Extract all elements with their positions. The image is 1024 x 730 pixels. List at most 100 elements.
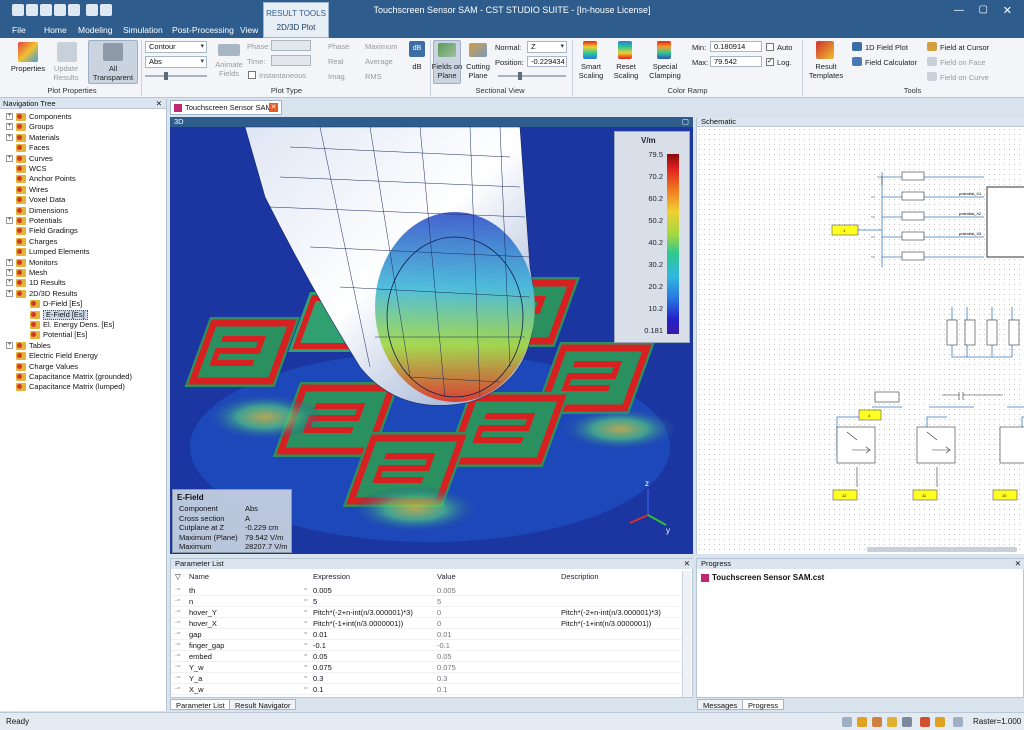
view-icon[interactable]	[935, 717, 945, 727]
result-tools-tab[interactable]: RESULT TOOLS 2D/3D Plot	[263, 2, 329, 38]
table-row[interactable]: -= embed = 0.05 0.05	[171, 651, 683, 662]
nav-close-icon[interactable]: ✕	[156, 99, 162, 109]
rotate-icon[interactable]	[872, 717, 882, 727]
table-row[interactable]: -= X_w = 0.1 0.1	[171, 684, 683, 695]
field-curve-button[interactable]: Field on Curve	[940, 73, 989, 82]
table-row[interactable]: -= th = 0.005 0.005	[171, 585, 683, 596]
tab-parameter-list[interactable]: Parameter List	[170, 699, 231, 710]
progress-title: Progress	[701, 559, 732, 568]
max-input[interactable]: 79.542	[710, 56, 762, 67]
col-value[interactable]: Value	[437, 571, 456, 583]
group-plot-properties: Plot Properties	[47, 86, 97, 95]
plot-slider[interactable]	[145, 72, 207, 80]
menu-file[interactable]: File	[12, 25, 26, 35]
info-key: Maximum (Plane)	[179, 532, 238, 542]
properties-icon[interactable]	[18, 42, 38, 62]
menu-home[interactable]: Home	[44, 25, 67, 35]
fields-on-plane-label: Fields on Plane	[431, 62, 463, 80]
menu-modeling[interactable]: Modeling	[78, 25, 113, 35]
fit-icon[interactable]	[902, 717, 912, 727]
close-icon[interactable]: ✕	[1003, 4, 1012, 17]
table-row[interactable]: -= n = 5 5	[171, 596, 683, 607]
time-input[interactable]	[271, 55, 311, 66]
normal-select[interactable]: Z	[527, 41, 567, 53]
tab-2d3d-plot[interactable]: 2D/3D Plot	[264, 23, 328, 32]
expand-icon[interactable]: +	[6, 154, 13, 162]
expand-icon[interactable]: +	[6, 258, 13, 266]
table-row[interactable]: -= gap = 0.01 0.01	[171, 629, 683, 640]
reset-scaling-button[interactable]: Reset Scaling	[610, 62, 642, 80]
maximum-option[interactable]: Maximum	[365, 42, 398, 51]
perspective-icon[interactable]	[953, 717, 963, 727]
view-3d[interactable]: 3D ▢ z y V/m 79.5 70.2 60.2 50.2 40.2 30…	[170, 117, 693, 554]
expand-icon[interactable]: +	[6, 289, 13, 297]
field-calculator-button[interactable]: Field Calculator	[865, 58, 917, 67]
expand-icon[interactable]: +	[6, 279, 13, 287]
pan-icon[interactable]	[857, 717, 867, 727]
maximize-icon[interactable]: ▢	[979, 4, 988, 15]
min-input[interactable]: 0.180914	[710, 41, 762, 52]
params-scrollbar[interactable]	[682, 571, 691, 697]
result-templates-button[interactable]: Result Templates	[805, 62, 847, 80]
document-tab[interactable]: Touchscreen Sensor SAM ✕	[170, 100, 282, 115]
spin-icon[interactable]	[887, 717, 897, 727]
animate-fields-button[interactable]: Animate Fields	[210, 60, 248, 78]
table-row[interactable]: -= Y_w = 0.075 0.075	[171, 662, 683, 673]
schematic-scrollbar[interactable]	[867, 547, 1017, 552]
position-input[interactable]: -0.229434	[527, 56, 567, 67]
rms-option[interactable]: RMS	[365, 72, 382, 81]
col-description[interactable]: Description	[561, 571, 599, 583]
phase-option[interactable]: Phase	[328, 42, 349, 51]
phase-input[interactable]	[271, 40, 311, 51]
col-name[interactable]: Name	[189, 571, 209, 583]
tab-progress[interactable]: Progress	[742, 699, 785, 710]
properties-button[interactable]: Properties	[6, 64, 50, 73]
menu-post-processing[interactable]: Post-Processing	[172, 25, 234, 35]
special-clamping-button[interactable]: Special Clamping	[645, 62, 685, 80]
update-results-button[interactable]: Update Results	[50, 64, 82, 82]
progress-close-icon[interactable]: ✕	[1015, 559, 1021, 569]
position-slider[interactable]	[498, 72, 566, 80]
menu-simulation[interactable]: Simulation	[123, 25, 163, 35]
schematic-view[interactable]: Schematic 1 4 12 11 10 potential_X1 pote…	[696, 117, 1024, 554]
zoom-icon[interactable]	[842, 717, 852, 727]
params-close-icon[interactable]: ✕	[684, 559, 690, 569]
tab-messages[interactable]: Messages	[697, 699, 744, 710]
instantaneous-checkbox[interactable]	[248, 71, 256, 79]
real-option[interactable]: Real	[328, 57, 343, 66]
table-row[interactable]: -= finger_gap = -0.1 -0.1	[171, 640, 683, 651]
menu-view[interactable]: View	[240, 25, 258, 35]
field-face-button[interactable]: Field on Face	[940, 58, 985, 67]
auto-checkbox[interactable]	[766, 43, 774, 51]
expand-icon[interactable]: +	[6, 269, 13, 276]
table-row[interactable]: -= hover_Y = Pitch*(-2+n-int(n/3.000001)*3)…	[171, 607, 683, 618]
minimize-icon[interactable]: —	[954, 5, 964, 16]
component-select[interactable]: Abs	[145, 56, 207, 68]
log-checkbox[interactable]: ✓	[766, 58, 774, 66]
expand-icon[interactable]: +	[6, 217, 13, 224]
info-key: Maximum	[179, 542, 212, 551]
color-legend: V/m 79.5 70.2 60.2 50.2 40.2 30.2 20.2 10.2 0.18…	[614, 131, 690, 343]
col-expression[interactable]: Expression	[313, 571, 350, 583]
plot-type-select[interactable]: Contour	[145, 41, 207, 53]
folder-icon	[30, 310, 40, 319]
port-12[interactable]: 12	[842, 493, 847, 498]
expand-icon[interactable]: +	[6, 133, 13, 141]
expand-icon[interactable]: +	[6, 341, 13, 349]
smart-scaling-button[interactable]: Smart Scaling	[575, 62, 607, 80]
tab-result-navigator[interactable]: Result Navigator	[229, 699, 297, 710]
expand-icon[interactable]: +	[6, 113, 13, 120]
port-10[interactable]: 10	[1002, 493, 1007, 498]
field-1d-button[interactable]: 1D Field Plot	[865, 43, 908, 52]
field-cursor-button[interactable]: Field at Cursor	[940, 43, 989, 52]
cube-icon[interactable]	[920, 717, 930, 727]
table-row[interactable]: -= Y_a = 0.3 0.3	[171, 673, 683, 684]
average-option[interactable]: Average	[365, 57, 393, 66]
cutting-plane-button[interactable]: Cutting Plane	[462, 62, 494, 80]
expand-icon[interactable]: +	[6, 123, 13, 131]
table-row[interactable]: -= hover_X = Pitch*(-1+int(n/3.0000001)) 0 Pi…	[171, 618, 683, 629]
filter-icon[interactable]: ▽	[175, 571, 181, 583]
db-button[interactable]: dB	[405, 62, 429, 71]
tab-close-icon[interactable]: ✕	[269, 103, 278, 112]
imag-option[interactable]: Imag.	[328, 72, 347, 81]
